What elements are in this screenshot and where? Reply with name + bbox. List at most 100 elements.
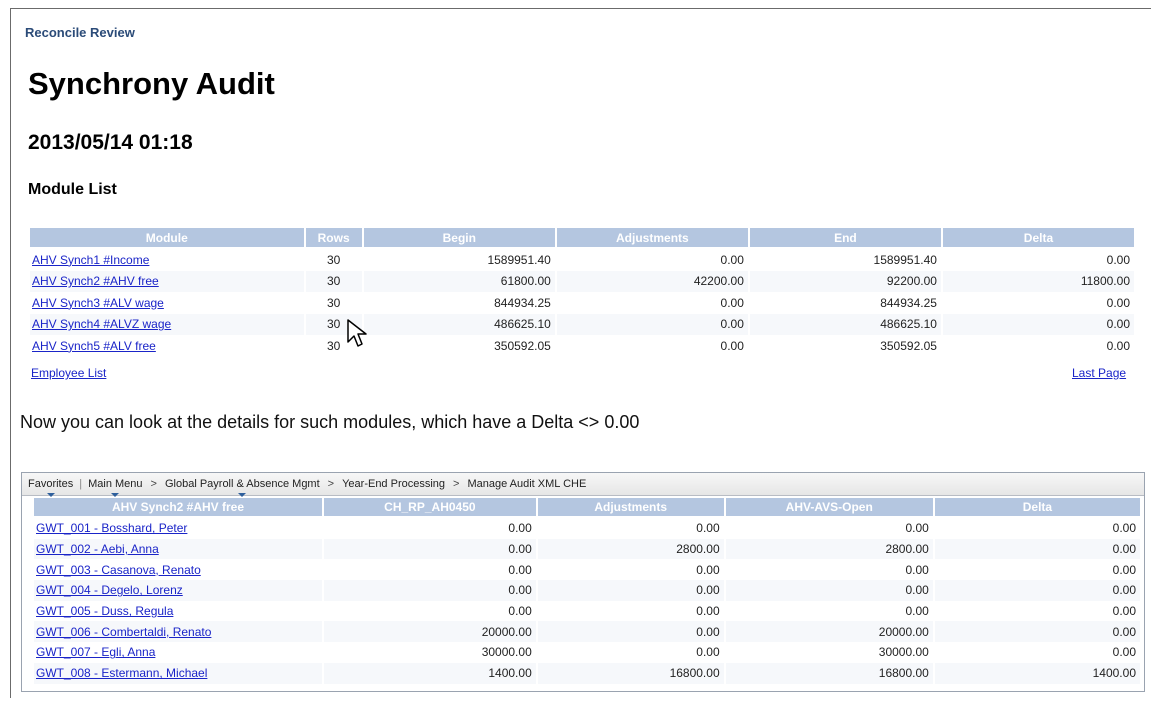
adjustments-cell: 0.00 [537,559,724,581]
column-header-adjustments[interactable]: Adjustments [556,228,748,249]
module-link[interactable]: AHV Synch5 #ALV free [32,339,156,353]
open-cell: 0.00 [725,518,933,539]
employee-link[interactable]: GWT_004 - Degelo, Lorenz [36,583,183,597]
adjustments-cell: 0.00 [537,600,724,622]
rows-cell: 30 [305,249,362,271]
module-link[interactable]: AHV Synch1 #Income [32,253,149,267]
page-frame-top [10,8,1151,9]
adjustments-cell: 0.00 [556,292,748,314]
employee-link[interactable]: GWT_008 - Estermann, Michael [36,666,207,680]
employee-link[interactable]: GWT_007 - Egli, Anna [36,645,155,659]
employee-link[interactable]: GWT_003 - Casanova, Renato [36,563,201,577]
delta-cell: 0.00 [934,580,1140,601]
table-row: AHV Synch1 #Income 30 1589951.40 0.00 15… [30,249,1134,271]
delta-cell: 0.00 [942,335,1134,357]
column-header-module[interactable]: Module [30,228,304,249]
delta-cell: 1400.00 [934,662,1140,684]
open-cell: 20000.00 [725,621,933,643]
chevron-right-icon: > [327,478,335,490]
end-cell: 1589951.40 [749,249,941,271]
table-row: AHV Synch5 #ALV free 30 350592.05 0.00 3… [30,335,1134,357]
adjustments-cell: 0.00 [537,580,724,601]
adjustments-cell: 0.00 [537,621,724,643]
table-row: GWT_007 - Egli, Anna 30000.00 0.00 30000… [34,642,1140,663]
table-row: GWT_008 - Estermann, Michael 1400.00 168… [34,662,1140,684]
page-frame-left [10,8,11,698]
breadcrumb[interactable]: Reconcile Review [25,25,135,40]
end-cell: 486625.10 [749,313,941,335]
delta-cell: 0.00 [934,642,1140,663]
table-row: GWT_001 - Bosshard, Peter 0.00 0.00 0.00… [34,518,1140,539]
detail-table: AHV Synch2 #AHV free CH_RP_AH0450 Adjust… [32,498,1142,684]
employee-link[interactable]: GWT_002 - Aebi, Anna [36,542,159,556]
chevron-right-icon: > [453,478,460,490]
employee-link[interactable]: GWT_005 - Duss, Regula [36,604,173,618]
delta-cell: 0.00 [942,249,1134,271]
open-cell: 16800.00 [725,662,933,684]
ch-rp-cell: 30000.00 [324,642,536,663]
delta-cell: 0.00 [934,538,1140,560]
column-header-employee[interactable]: AHV Synch2 #AHV free [34,498,322,518]
module-link[interactable]: AHV Synch3 #ALV wage [32,296,164,310]
ch-rp-cell: 0.00 [324,580,536,601]
ch-rp-cell: 1400.00 [324,662,536,684]
employee-list-link[interactable]: Employee List [31,366,106,380]
adjustments-cell: 0.00 [556,335,748,357]
begin-cell: 61800.00 [363,270,555,292]
table-row: AHV Synch4 #ALVZ wage 30 486625.10 0.00 … [30,313,1134,335]
ch-rp-cell: 0.00 [324,538,536,560]
column-header-end[interactable]: End [749,228,941,249]
open-cell: 0.00 [725,600,933,622]
column-header-rows[interactable]: Rows [305,228,362,249]
page-title: Synchrony Audit [28,66,275,101]
main-menu[interactable]: Main Menu [82,478,148,497]
table-row: GWT_005 - Duss, Regula 0.00 0.00 0.00 0.… [34,600,1140,622]
open-cell: 0.00 [725,559,933,581]
begin-cell: 1589951.40 [363,249,555,271]
column-header-delta[interactable]: Delta [934,498,1140,518]
delta-cell: 11800.00 [942,270,1134,292]
adjustments-cell: 42200.00 [556,270,748,292]
table-row: GWT_006 - Combertaldi, Renato 20000.00 0… [34,621,1140,643]
adjustments-cell: 2800.00 [537,538,724,560]
adjustments-cell: 0.00 [556,249,748,271]
instruction-note: Now you can look at the details for such… [20,412,640,432]
begin-cell: 350592.05 [363,335,555,357]
open-cell: 30000.00 [725,642,933,663]
end-cell: 92200.00 [749,270,941,292]
delta-cell: 0.00 [934,600,1140,622]
ch-rp-cell: 0.00 [324,518,536,539]
navigation-bar: Favorites | Main Menu > Global Payroll &… [22,473,1144,497]
dropdown-arrow-icon [111,493,120,497]
column-header-delta[interactable]: Delta [942,228,1134,249]
dropdown-arrow-icon [46,493,55,497]
last-page-link[interactable]: Last Page [1072,366,1126,380]
employee-link[interactable]: GWT_006 - Combertaldi, Renato [36,625,211,639]
module-link[interactable]: AHV Synch4 #ALVZ wage [32,317,171,331]
column-header-ch-rp[interactable]: CH_RP_AH0450 [324,498,536,518]
nav-year-end-processing[interactable]: Year-End Processing [336,478,451,490]
nav-manage-audit-xml[interactable]: Manage Audit XML CHE [461,478,592,490]
table-row: GWT_004 - Degelo, Lorenz 0.00 0.00 0.00 … [34,580,1140,601]
end-cell: 350592.05 [749,335,941,357]
delta-cell: 0.00 [934,621,1140,643]
favorites-menu[interactable]: Favorites [22,478,79,497]
end-cell: 844934.25 [749,292,941,314]
module-link[interactable]: AHV Synch2 #AHV free [32,274,159,288]
employee-link[interactable]: GWT_001 - Bosshard, Peter [36,521,187,535]
column-header-ahv-avs-open[interactable]: AHV-AVS-Open [725,498,933,518]
delta-cell: 0.00 [942,292,1134,314]
adjustments-cell: 0.00 [537,518,724,539]
column-header-adjustments[interactable]: Adjustments [537,498,724,518]
table-row: AHV Synch2 #AHV free 30 61800.00 42200.0… [30,270,1134,292]
ch-rp-cell: 20000.00 [324,621,536,643]
delta-cell: 0.00 [942,313,1134,335]
chevron-right-icon: > [150,478,157,490]
module-list-table: Module Rows Begin Adjustments End Delta … [28,228,1136,357]
open-cell: 0.00 [725,580,933,601]
rows-cell: 30 [305,270,362,292]
delta-cell: 0.00 [934,518,1140,539]
column-header-begin[interactable]: Begin [363,228,555,249]
delta-cell: 0.00 [934,559,1140,581]
nav-global-payroll[interactable]: Global Payroll & Absence Mgmt [159,478,326,497]
